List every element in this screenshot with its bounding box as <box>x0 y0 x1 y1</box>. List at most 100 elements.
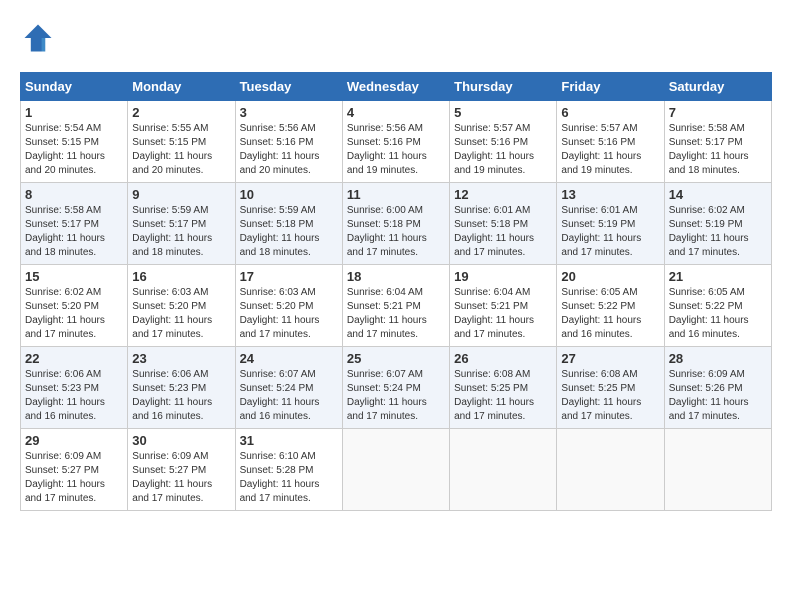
calendar-day-cell: 20 Sunrise: 6:05 AMSunset: 5:22 PMDayligh… <box>557 265 664 347</box>
day-info: Sunrise: 5:58 AMSunset: 5:17 PMDaylight:… <box>25 204 123 260</box>
day-info: Sunrise: 5:55 AMSunset: 5:15 PMDaylight:… <box>132 122 230 178</box>
page-header <box>20 20 772 56</box>
day-info: Sunrise: 5:54 AMSunset: 5:15 PMDaylight:… <box>25 122 123 178</box>
day-info: Sunrise: 5:59 AMSunset: 5:17 PMDaylight:… <box>132 204 230 260</box>
day-number: 26 <box>454 351 552 366</box>
day-number: 31 <box>240 433 338 448</box>
day-info: Sunrise: 6:03 AMSunset: 5:20 PMDaylight:… <box>132 286 230 342</box>
day-info: Sunrise: 6:06 AMSunset: 5:23 PMDaylight:… <box>25 368 123 424</box>
day-info: Sunrise: 6:05 AMSunset: 5:22 PMDaylight:… <box>561 286 659 342</box>
day-number: 3 <box>240 105 338 120</box>
calendar-day-cell: 23 Sunrise: 6:06 AMSunset: 5:23 PMDayligh… <box>128 347 235 429</box>
calendar-week-row: 29 Sunrise: 6:09 AMSunset: 5:27 PMDayligh… <box>21 429 772 511</box>
day-info: Sunrise: 6:02 AMSunset: 5:20 PMDaylight:… <box>25 286 123 342</box>
calendar-day-cell <box>664 429 771 511</box>
day-info: Sunrise: 6:04 AMSunset: 5:21 PMDaylight:… <box>347 286 445 342</box>
day-info: Sunrise: 6:07 AMSunset: 5:24 PMDaylight:… <box>347 368 445 424</box>
day-number: 2 <box>132 105 230 120</box>
day-number: 19 <box>454 269 552 284</box>
calendar-week-row: 22 Sunrise: 6:06 AMSunset: 5:23 PMDayligh… <box>21 347 772 429</box>
day-number: 13 <box>561 187 659 202</box>
calendar-day-cell: 3 Sunrise: 5:56 AMSunset: 5:16 PMDaylight… <box>235 101 342 183</box>
calendar-day-cell: 14 Sunrise: 6:02 AMSunset: 5:19 PMDayligh… <box>664 183 771 265</box>
day-number: 5 <box>454 105 552 120</box>
calendar-day-cell: 13 Sunrise: 6:01 AMSunset: 5:19 PMDayligh… <box>557 183 664 265</box>
calendar-day-cell: 6 Sunrise: 5:57 AMSunset: 5:16 PMDaylight… <box>557 101 664 183</box>
day-of-week-header: Wednesday <box>342 73 449 101</box>
calendar-day-cell: 21 Sunrise: 6:05 AMSunset: 5:22 PMDayligh… <box>664 265 771 347</box>
day-number: 22 <box>25 351 123 366</box>
day-info: Sunrise: 5:56 AMSunset: 5:16 PMDaylight:… <box>347 122 445 178</box>
calendar-day-cell: 11 Sunrise: 6:00 AMSunset: 5:18 PMDayligh… <box>342 183 449 265</box>
calendar-day-cell: 27Sunrise: 6:08 AMSunset: 5:25 PMDayligh… <box>557 347 664 429</box>
day-info: Sunrise: 6:08 AMSunset: 5:25 PMDaylight:… <box>561 368 659 424</box>
day-of-week-header: Tuesday <box>235 73 342 101</box>
day-info: Sunrise: 6:08 AMSunset: 5:25 PMDaylight:… <box>454 368 552 424</box>
calendar-day-cell <box>342 429 449 511</box>
day-number: 20 <box>561 269 659 284</box>
day-number: 16 <box>132 269 230 284</box>
day-number: 8 <box>25 187 123 202</box>
day-of-week-header: Friday <box>557 73 664 101</box>
day-info: Sunrise: 6:06 AMSunset: 5:23 PMDaylight:… <box>132 368 230 424</box>
day-number: 10 <box>240 187 338 202</box>
day-number: 18 <box>347 269 445 284</box>
day-info: Sunrise: 6:01 AMSunset: 5:18 PMDaylight:… <box>454 204 552 260</box>
day-info: Sunrise: 6:05 AMSunset: 5:22 PMDaylight:… <box>669 286 767 342</box>
calendar-day-cell: 19 Sunrise: 6:04 AMSunset: 5:21 PMDayligh… <box>450 265 557 347</box>
calendar-week-row: 8 Sunrise: 5:58 AMSunset: 5:17 PMDaylight… <box>21 183 772 265</box>
day-info: Sunrise: 5:56 AMSunset: 5:16 PMDaylight:… <box>240 122 338 178</box>
calendar-day-cell: 7 Sunrise: 5:58 AMSunset: 5:17 PMDaylight… <box>664 101 771 183</box>
calendar-day-cell: 10 Sunrise: 5:59 AMSunset: 5:18 PMDayligh… <box>235 183 342 265</box>
day-info: Sunrise: 6:01 AMSunset: 5:19 PMDaylight:… <box>561 204 659 260</box>
day-number: 9 <box>132 187 230 202</box>
day-info: Sunrise: 6:03 AMSunset: 5:20 PMDaylight:… <box>240 286 338 342</box>
day-number: 11 <box>347 187 445 202</box>
calendar-day-cell: 1Sunrise: 5:54 AMSunset: 5:15 PMDaylight… <box>21 101 128 183</box>
day-number: 6 <box>561 105 659 120</box>
calendar-day-cell: 5Sunrise: 5:57 AMSunset: 5:16 PMDaylight… <box>450 101 557 183</box>
day-info: Sunrise: 6:09 AMSunset: 5:26 PMDaylight:… <box>669 368 767 424</box>
day-of-week-header: Thursday <box>450 73 557 101</box>
calendar-day-cell: 15 Sunrise: 6:02 AMSunset: 5:20 PMDayligh… <box>21 265 128 347</box>
day-number: 15 <box>25 269 123 284</box>
day-number: 23 <box>132 351 230 366</box>
calendar-day-cell: 12Sunrise: 6:01 AMSunset: 5:18 PMDayligh… <box>450 183 557 265</box>
day-info: Sunrise: 5:58 AMSunset: 5:17 PMDaylight:… <box>669 122 767 178</box>
day-number: 17 <box>240 269 338 284</box>
day-number: 28 <box>669 351 767 366</box>
day-number: 4 <box>347 105 445 120</box>
day-info: Sunrise: 6:04 AMSunset: 5:21 PMDaylight:… <box>454 286 552 342</box>
day-number: 25 <box>347 351 445 366</box>
calendar-day-cell: 16 Sunrise: 6:03 AMSunset: 5:20 PMDayligh… <box>128 265 235 347</box>
day-number: 30 <box>132 433 230 448</box>
day-number: 24 <box>240 351 338 366</box>
calendar-day-cell: 29 Sunrise: 6:09 AMSunset: 5:27 PMDayligh… <box>21 429 128 511</box>
calendar-day-cell: 9 Sunrise: 5:59 AMSunset: 5:17 PMDaylight… <box>128 183 235 265</box>
calendar-day-cell: 4 Sunrise: 5:56 AMSunset: 5:16 PMDaylight… <box>342 101 449 183</box>
calendar-day-cell: 31 Sunrise: 6:10 AMSunset: 5:28 PMDayligh… <box>235 429 342 511</box>
day-info: Sunrise: 5:57 AMSunset: 5:16 PMDaylight:… <box>561 122 659 178</box>
day-number: 29 <box>25 433 123 448</box>
calendar-week-row: 15 Sunrise: 6:02 AMSunset: 5:20 PMDayligh… <box>21 265 772 347</box>
calendar-day-cell: 25 Sunrise: 6:07 AMSunset: 5:24 PMDayligh… <box>342 347 449 429</box>
calendar-day-cell: 28 Sunrise: 6:09 AMSunset: 5:26 PMDayligh… <box>664 347 771 429</box>
calendar-day-cell: 24Sunrise: 6:07 AMSunset: 5:24 PMDayligh… <box>235 347 342 429</box>
day-info: Sunrise: 6:02 AMSunset: 5:19 PMDaylight:… <box>669 204 767 260</box>
day-number: 21 <box>669 269 767 284</box>
calendar-day-cell: 22 Sunrise: 6:06 AMSunset: 5:23 PMDayligh… <box>21 347 128 429</box>
day-number: 14 <box>669 187 767 202</box>
day-info: Sunrise: 6:09 AMSunset: 5:27 PMDaylight:… <box>132 450 230 506</box>
day-number: 7 <box>669 105 767 120</box>
day-info: Sunrise: 6:09 AMSunset: 5:27 PMDaylight:… <box>25 450 123 506</box>
day-of-week-header: Sunday <box>21 73 128 101</box>
day-info: Sunrise: 6:10 AMSunset: 5:28 PMDaylight:… <box>240 450 338 506</box>
logo-icon <box>20 20 56 56</box>
calendar-day-cell: 17 Sunrise: 6:03 AMSunset: 5:20 PMDayligh… <box>235 265 342 347</box>
day-info: Sunrise: 5:59 AMSunset: 5:18 PMDaylight:… <box>240 204 338 260</box>
calendar-day-cell <box>557 429 664 511</box>
calendar-table: SundayMondayTuesdayWednesdayThursdayFrid… <box>20 72 772 511</box>
day-of-week-header: Monday <box>128 73 235 101</box>
day-info: Sunrise: 6:00 AMSunset: 5:18 PMDaylight:… <box>347 204 445 260</box>
logo <box>20 20 60 56</box>
